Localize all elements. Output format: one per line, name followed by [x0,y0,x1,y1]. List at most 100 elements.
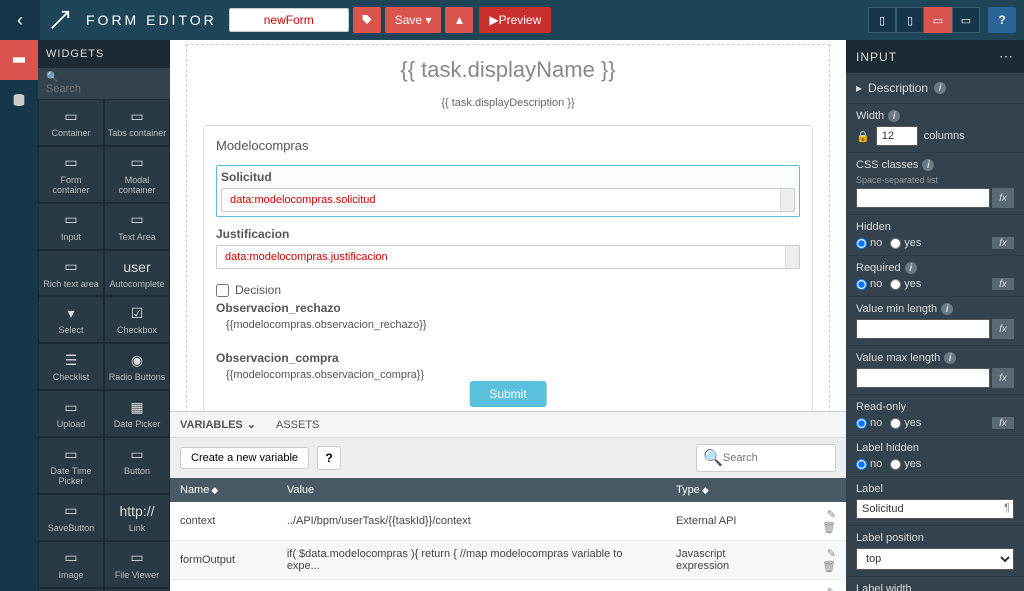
fx-button[interactable]: fx [992,319,1014,339]
readonly-no[interactable] [856,418,867,429]
variable-row[interactable]: context../API/bpm/userTask/{{taskId}}/co… [170,502,846,541]
save-button[interactable]: Save ▾ [385,7,442,33]
hidden-no[interactable] [856,238,867,249]
field-scrollbar[interactable] [785,246,799,268]
info-icon: i [888,110,900,122]
form-section[interactable]: Modelocompras Solicitud data:modelocompr… [203,125,813,411]
edit-icon[interactable]: ✎ [827,548,836,560]
rail-data[interactable] [0,80,38,120]
widget-image[interactable]: ▭Image [38,541,104,588]
field-decision[interactable]: Decision [216,279,800,301]
create-variable-button[interactable]: Create a new variable [180,447,309,469]
fx-button[interactable]: fx [992,417,1014,429]
tab-variables[interactable]: VARIABLES ⌄ [170,412,266,437]
info-icon: i [944,352,956,364]
col-type[interactable]: Type◆ [666,478,791,502]
widgets-panel: WIDGETS 🔍 ▭Container▭Tabs container▭Form… [38,40,170,591]
device-mobile[interactable]: ▯ [868,7,896,33]
save-dropdown[interactable]: ▲ [445,7,473,33]
tag-icon [361,14,373,26]
widgets-search-input[interactable] [46,83,162,95]
task-display-description: {{ task.displayDescription }} [203,87,813,125]
width-input[interactable] [876,126,918,146]
device-laptop[interactable]: ▭ [924,7,952,33]
data-icon [11,92,27,108]
widget-button[interactable]: ▭Button [104,437,170,494]
app-title: FORM EDITOR [86,12,217,28]
widget-modal-container[interactable]: ▭Modal container [104,146,170,203]
form-name-input[interactable] [229,8,349,32]
rail-widgets[interactable] [0,40,38,80]
widget-savebutton[interactable]: ▭SaveButton [38,494,104,541]
info-icon: i [934,82,946,94]
field-scrollbar[interactable] [780,189,794,211]
col-value[interactable]: Value [277,478,666,502]
device-tablet[interactable]: ▯ [896,7,924,33]
preview-button[interactable]: ▶ Preview [479,7,551,33]
variable-row[interactable]: formOutputif( $data.modelocompras ){ ret… [170,541,846,580]
label-input[interactable] [856,499,1014,519]
max-length-input[interactable] [856,368,990,388]
widget-input[interactable]: ▭Input [38,203,104,250]
widget-select[interactable]: ▾Select [38,296,104,343]
fx-button[interactable]: fx [992,278,1014,290]
variables-help[interactable]: ? [317,446,341,470]
widget-container[interactable]: ▭Container [38,99,104,146]
panel-title: INPUT [856,50,897,64]
submit-button[interactable]: Submit [469,381,546,407]
device-preview-group: ▯ ▯ ▭ ▭ [868,7,980,33]
prop-description[interactable]: ▸ Description i [846,73,1024,103]
edit-icon[interactable]: ✎ [827,587,836,591]
delete-icon[interactable]: 🗑 [822,561,836,573]
back-button[interactable]: ‹ [0,0,40,40]
widget-upload[interactable]: ▭Upload [38,390,104,437]
task-display-name: {{ task.displayName }} [203,53,813,87]
delete-icon[interactable]: 🗑 [822,522,836,534]
field-solicitud[interactable]: Solicitud data:modelocompras.solicitud [216,165,800,217]
labelhidden-yes[interactable] [890,459,901,470]
fx-button[interactable]: fx [992,368,1014,388]
required-yes[interactable] [890,279,901,290]
col-name[interactable]: Name◆ [170,478,277,502]
lock-icon: 🔒 [856,130,870,143]
widget-checkbox[interactable]: ☑Checkbox [104,296,170,343]
help-button[interactable]: ? [988,7,1016,33]
field-obs-rechazo[interactable]: Observacion_rechazo {{modelocompras.obse… [216,301,800,341]
label-position-select[interactable]: top [856,548,1014,570]
widget-checklist[interactable]: ☰Checklist [38,343,104,390]
app-logo [40,0,80,40]
device-desktop[interactable]: ▭ [952,7,980,33]
variables-search[interactable]: 🔍 [696,444,836,472]
paragraph-icon[interactable]: ¶ [1004,502,1010,514]
min-length-input[interactable] [856,319,990,339]
widgets-icon [11,52,27,68]
css-classes-input[interactable] [856,188,990,208]
fx-button[interactable]: fx [992,237,1014,249]
widget-radio-buttons[interactable]: ◉Radio Buttons [104,343,170,390]
tag-button[interactable] [353,7,381,33]
widget-tabs-container[interactable]: ▭Tabs container [104,99,170,146]
widget-date-picker[interactable]: ▦Date Picker [104,390,170,437]
widget-autocomplete[interactable]: userAutocomplete [104,250,170,297]
panel-menu[interactable]: ⋯ [999,48,1014,65]
chevron-down-icon: ⌄ [247,418,256,431]
widgets-search[interactable]: 🔍 [38,68,170,99]
field-justificacion[interactable]: Justificacion data:modelocompras.justifi… [216,227,800,269]
widget-form-container[interactable]: ▭Form container [38,146,104,203]
required-no[interactable] [856,279,867,290]
widget-file-viewer[interactable]: ▭File Viewer [104,541,170,588]
bottom-panel: VARIABLES ⌄ ASSETS Create a new variable… [170,411,846,591]
info-icon: i [905,262,917,274]
hidden-yes[interactable] [890,238,901,249]
widget-rich-text-area[interactable]: ▭Rich text area [38,250,104,297]
readonly-yes[interactable] [890,418,901,429]
edit-icon[interactable]: ✎ [827,509,836,521]
labelhidden-no[interactable] [856,459,867,470]
fx-button[interactable]: fx [992,188,1014,208]
variable-row[interactable]: modelocompras../{{context.modelocompras_… [170,580,846,591]
widget-date-time-picker[interactable]: ▭Date Time Picker [38,437,104,494]
tab-assets[interactable]: ASSETS [266,412,329,437]
widget-text-area[interactable]: ▭Text Area [104,203,170,250]
decision-checkbox[interactable] [216,284,229,297]
widget-link[interactable]: http://Link [104,494,170,541]
